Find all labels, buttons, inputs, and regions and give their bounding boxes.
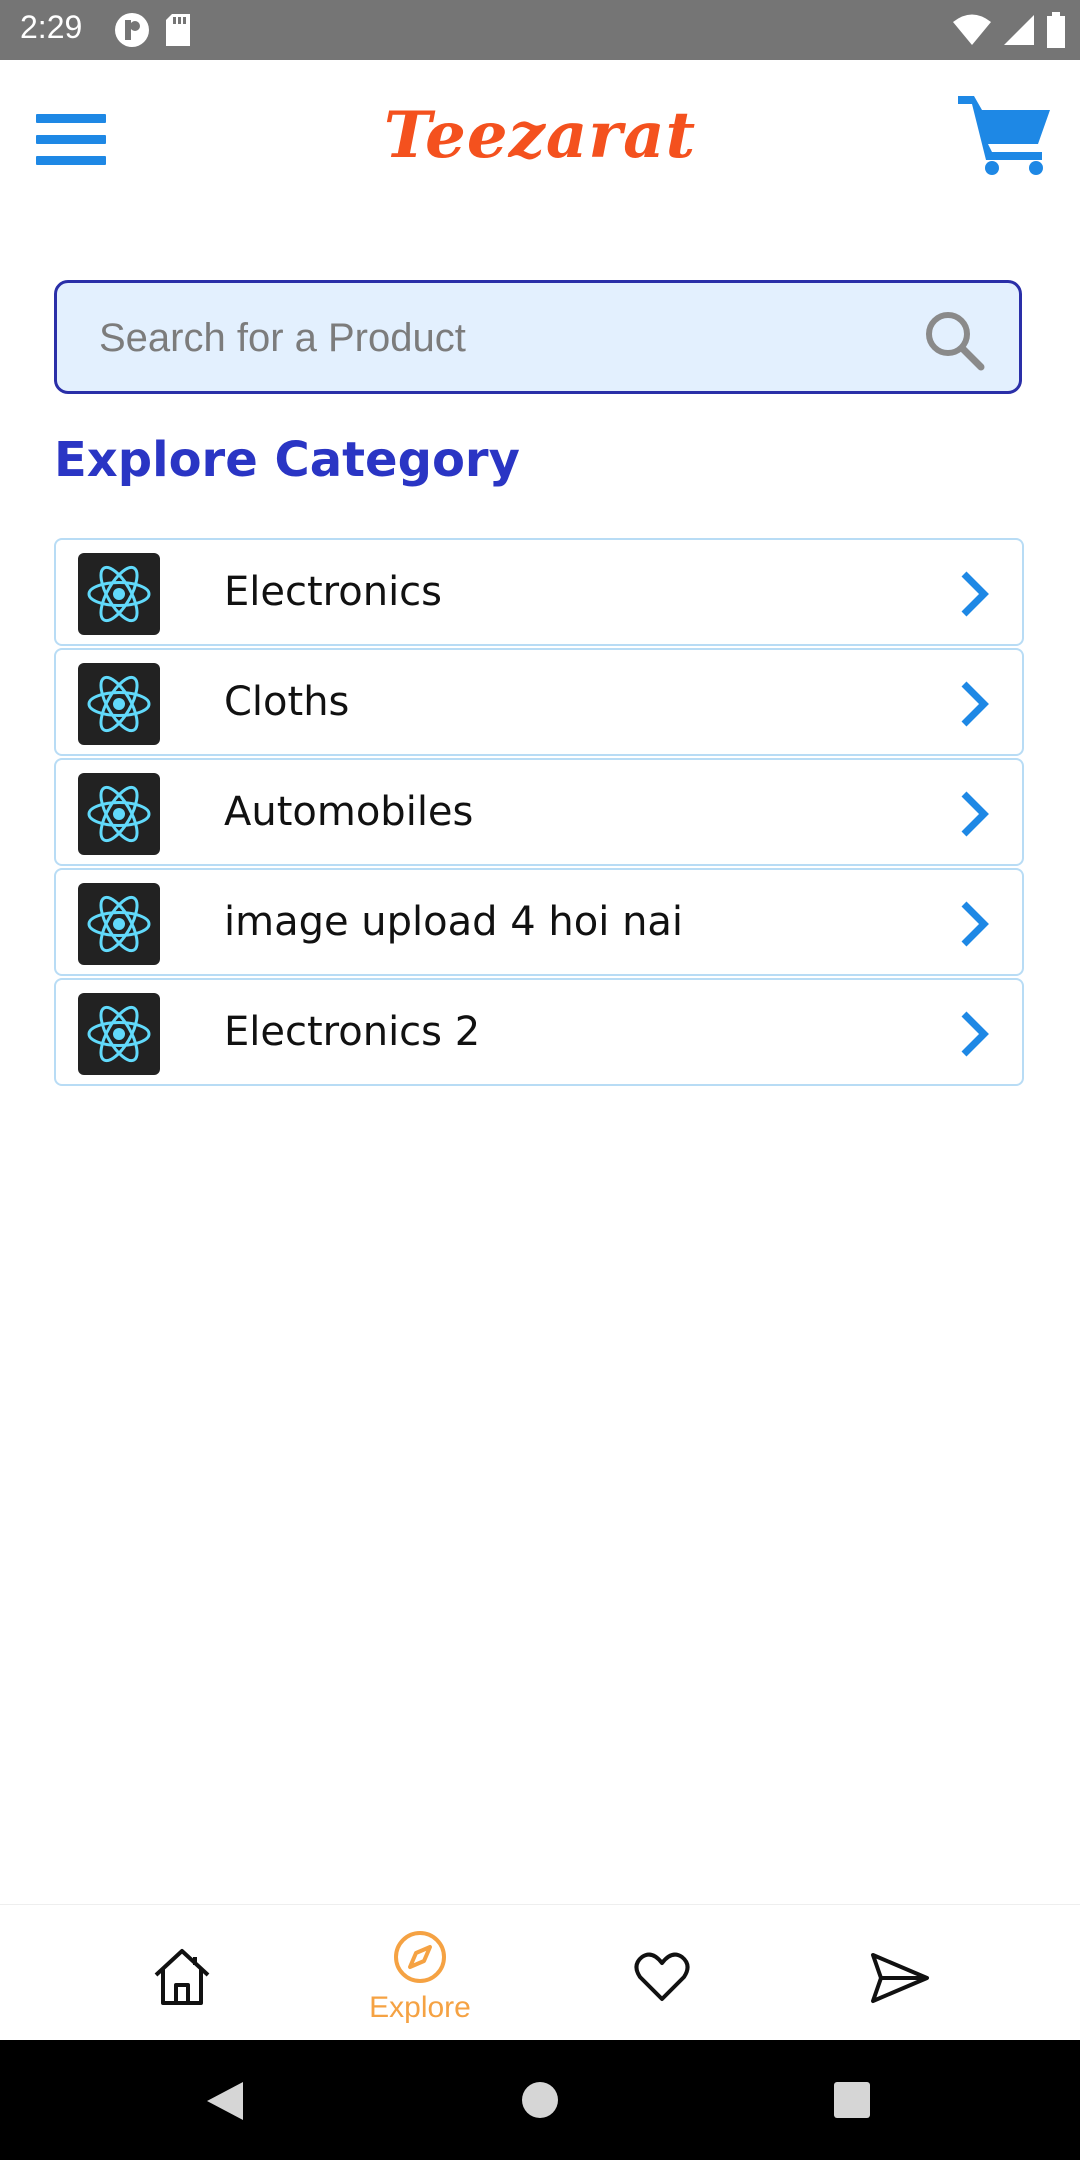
nav-home[interactable] bbox=[102, 1905, 262, 2041]
category-item-electronics-2[interactable]: Electronics 2 bbox=[54, 978, 1024, 1086]
category-label: Electronics bbox=[224, 569, 443, 615]
category-item-electronics[interactable]: Electronics bbox=[54, 538, 1024, 646]
category-thumbnail bbox=[78, 553, 160, 635]
send-icon bbox=[871, 1953, 929, 2003]
react-logo-icon bbox=[87, 675, 151, 733]
category-thumbnail bbox=[78, 993, 160, 1075]
signal-icon bbox=[1004, 15, 1034, 45]
category-label: Cloths bbox=[224, 679, 350, 725]
category-thumbnail bbox=[78, 773, 160, 855]
nav-send[interactable] bbox=[820, 1905, 980, 2041]
status-bar: 2:29 bbox=[0, 0, 1080, 60]
heart-icon bbox=[634, 1952, 690, 2001]
profile-notification-icon bbox=[115, 13, 149, 47]
nav-explore[interactable]: Explore bbox=[340, 1905, 500, 2041]
recents-icon[interactable] bbox=[834, 2082, 870, 2118]
react-logo-icon bbox=[87, 1005, 151, 1063]
app-title: Teezarat bbox=[383, 98, 697, 173]
wifi-icon bbox=[953, 14, 991, 45]
category-label: image upload 4 hoi nai bbox=[224, 899, 684, 945]
back-icon[interactable] bbox=[205, 2080, 245, 2122]
search-bar bbox=[54, 280, 1022, 394]
search-icon[interactable] bbox=[923, 309, 985, 371]
category-list: Electronics Cloths Automobiles image upl… bbox=[54, 538, 1024, 1088]
category-thumbnail bbox=[78, 663, 160, 745]
category-thumbnail bbox=[78, 883, 160, 965]
nav-explore-label: Explore bbox=[369, 1991, 471, 2024]
chevron-right-icon bbox=[961, 791, 989, 837]
home-icon bbox=[154, 1949, 210, 2005]
compass-icon bbox=[394, 1931, 446, 1983]
react-logo-icon bbox=[87, 785, 151, 843]
home-circle-icon[interactable] bbox=[522, 2082, 558, 2118]
sd-card-icon bbox=[166, 14, 190, 46]
chevron-right-icon bbox=[961, 571, 989, 617]
battery-icon bbox=[1047, 12, 1065, 48]
status-time: 2:29 bbox=[20, 9, 83, 45]
category-label: Electronics 2 bbox=[224, 1009, 481, 1055]
chevron-right-icon bbox=[961, 901, 989, 947]
section-title: Explore Category bbox=[54, 432, 520, 488]
system-navigation-bar bbox=[0, 2040, 1080, 2160]
nav-favorites[interactable] bbox=[582, 1905, 742, 2041]
app-header: Teezarat bbox=[0, 60, 1080, 210]
category-item-cloths[interactable]: Cloths bbox=[54, 648, 1024, 756]
chevron-right-icon bbox=[961, 1011, 989, 1057]
chevron-right-icon bbox=[961, 681, 989, 727]
react-logo-icon bbox=[87, 565, 151, 623]
search-input[interactable] bbox=[97, 283, 921, 393]
bottom-navigation: Explore bbox=[0, 1904, 1080, 2041]
category-item-automobiles[interactable]: Automobiles bbox=[54, 758, 1024, 866]
react-logo-icon bbox=[87, 895, 151, 953]
category-item-image-upload[interactable]: image upload 4 hoi nai bbox=[54, 868, 1024, 976]
category-label: Automobiles bbox=[224, 789, 474, 835]
cart-icon[interactable] bbox=[958, 90, 1054, 176]
